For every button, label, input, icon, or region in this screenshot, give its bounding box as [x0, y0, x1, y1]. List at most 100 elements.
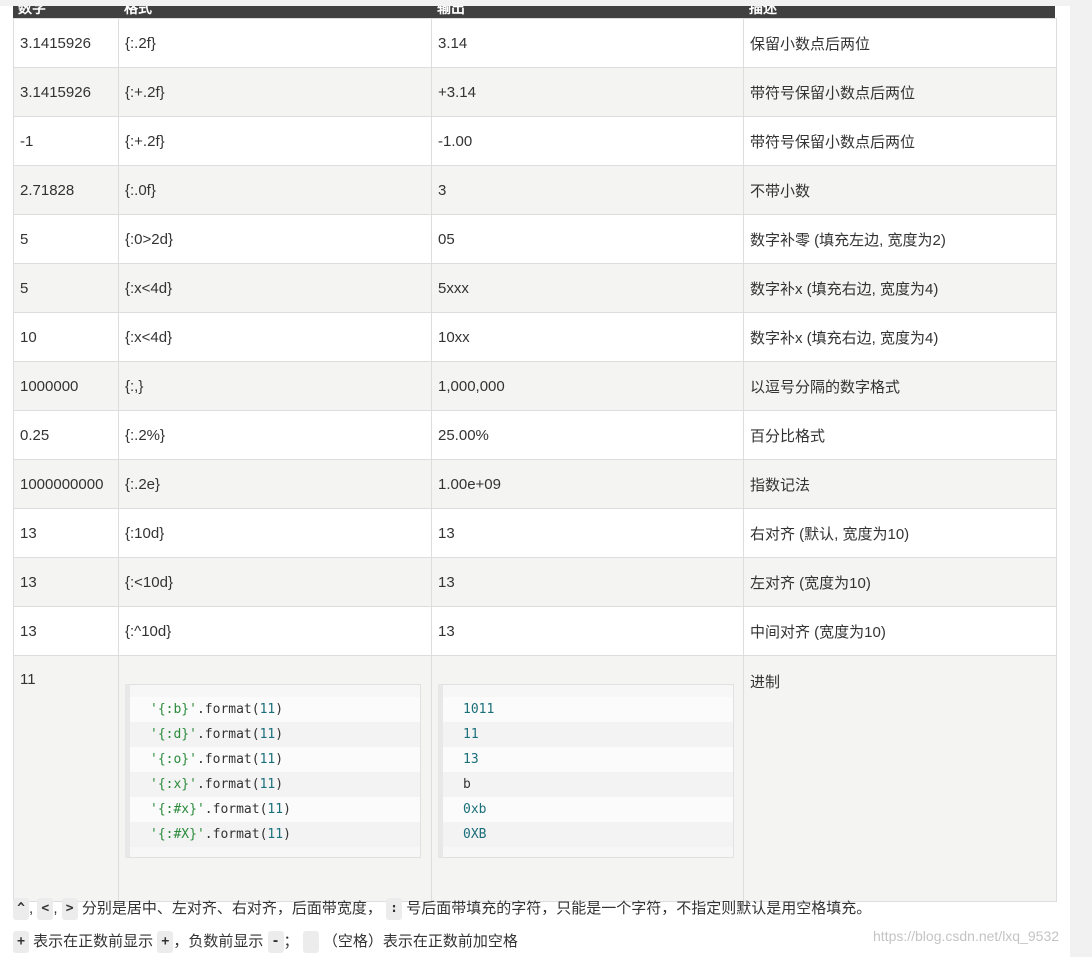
cell-format: {:x<4d}	[118, 263, 432, 313]
cell-output: 10xx	[431, 312, 744, 362]
note-text: ,	[29, 900, 38, 917]
cell-output: 1011 11 13 b 0xb 0XB	[431, 655, 744, 902]
table-row: 3.1415926 {:.2f} 3.14 保留小数点后两位	[13, 18, 1057, 68]
cell-description: 数字补x (填充右边, 宽度为4)	[743, 312, 1057, 362]
output-line: 0xb	[443, 797, 733, 822]
cell-format: {:x<4d}	[118, 312, 432, 362]
note-text: （空格）表示在正数前加空格	[318, 933, 518, 950]
cell-output: 1.00e+09	[431, 459, 744, 509]
cell-description: 以逗号分隔的数字格式	[743, 361, 1057, 411]
cell-number: 13	[13, 606, 119, 656]
note-text: ，负数前显示	[173, 933, 268, 950]
table-row: 0.25 {:.2%} 25.00% 百分比格式	[13, 410, 1057, 460]
code-line: '{:o}'.format(11)	[130, 747, 420, 772]
code-plus: +	[13, 931, 29, 954]
cell-description: 百分比格式	[743, 410, 1057, 460]
cell-description: 进制	[743, 655, 1057, 902]
table-row: 13 {:10d} 13 右对齐 (默认, 宽度为10)	[13, 508, 1057, 558]
code-greater-than: >	[61, 898, 78, 921]
code-colon: :	[386, 898, 403, 921]
table-row: 13 {:<10d} 13 左对齐 (宽度为10)	[13, 557, 1057, 607]
header-format: 格式	[124, 6, 152, 17]
notes: ^, <, > 分别是居中、左对齐、右对齐，后面带宽度， : 号后面带填充的字符…	[13, 895, 1053, 958]
code-line: '{:b}'.format(11)	[130, 697, 420, 722]
table-row: 1000000 {:,} 1,000,000 以逗号分隔的数字格式	[13, 361, 1057, 411]
note-text: 分别是居中、左对齐、右对齐，后面带宽度，	[77, 900, 387, 917]
note-text: 表示在正数前显示	[29, 933, 158, 950]
note-text: ；	[283, 933, 303, 950]
code-line: '{:d}'.format(11)	[130, 722, 420, 747]
cell-format: {:<10d}	[118, 557, 432, 607]
cell-output: 5xxx	[431, 263, 744, 313]
cell-output: 25.00%	[431, 410, 744, 460]
table-row: 3.1415926 {:+.2f} +3.14 带符号保留小数点后两位	[13, 67, 1057, 117]
format-table: 3.1415926 {:.2f} 3.14 保留小数点后两位 3.1415926 {:+.…	[13, 18, 1057, 902]
cell-number: 1000000000	[13, 459, 119, 509]
cell-format: {:10d}	[118, 508, 432, 558]
header-number: 数字	[18, 6, 46, 17]
code-block-format: '{:b}'.format(11) '{:d}'.format(11) '{:o…	[125, 684, 421, 858]
cell-format: {:.2e}	[118, 459, 432, 509]
output-line: 1011	[443, 697, 733, 722]
cell-output: 13	[431, 606, 744, 656]
cell-description: 数字补x (填充右边, 宽度为4)	[743, 263, 1057, 313]
cell-format: {:^10d}	[118, 606, 432, 656]
code-line: '{:x}'.format(11)	[130, 772, 420, 797]
watermark: https://blog.csdn.net/lxq_9532	[873, 928, 1060, 944]
cell-output: 13	[431, 557, 744, 607]
cell-number: 11	[13, 655, 119, 902]
code-line: '{:#X}'.format(11)	[130, 822, 420, 847]
table-row: 1000000000 {:.2e} 1.00e+09 指数记法	[13, 459, 1057, 509]
header-output: 输出	[437, 6, 465, 17]
code-space	[302, 931, 319, 954]
cell-description: 左对齐 (宽度为10)	[743, 557, 1057, 607]
table-row: 5 {:0>2d} 05 数字补零 (填充左边, 宽度为2)	[13, 214, 1057, 264]
cell-description: 保留小数点后两位	[743, 18, 1057, 68]
header-description: 描述	[749, 6, 777, 17]
cell-format: {:.2f}	[118, 18, 432, 68]
cell-description: 不带小数	[743, 165, 1057, 215]
cell-number: -1	[13, 116, 119, 166]
cell-number: 3.1415926	[13, 67, 119, 117]
code-line: '{:#x}'.format(11)	[130, 797, 420, 822]
cell-number: 13	[13, 557, 119, 607]
code-caret: ^	[13, 898, 29, 921]
note-text: ,	[53, 900, 62, 917]
table-row: 13 {:^10d} 13 中间对齐 (宽度为10)	[13, 606, 1057, 656]
code-plus: +	[157, 931, 174, 954]
cell-format: {:0>2d}	[118, 214, 432, 264]
cell-number: 0.25	[13, 410, 119, 460]
cell-description: 带符号保留小数点后两位	[743, 116, 1057, 166]
table-row: 10 {:x<4d} 10xx 数字补x (填充右边, 宽度为4)	[13, 312, 1057, 362]
cell-description: 带符号保留小数点后两位	[743, 67, 1057, 117]
cell-output: 3.14	[431, 18, 744, 68]
table-row: 2.71828 {:.0f} 3 不带小数	[13, 165, 1057, 215]
cell-format: {:,}	[118, 361, 432, 411]
scrollbar-track[interactable]	[1070, 0, 1092, 957]
cell-number: 1000000	[13, 361, 119, 411]
cell-output: 3	[431, 165, 744, 215]
note-alignment: ^, <, > 分别是居中、左对齐、右对齐，后面带宽度， : 号后面带填充的字符…	[13, 895, 1053, 925]
cell-number: 10	[13, 312, 119, 362]
cell-number: 13	[13, 508, 119, 558]
cell-number: 5	[13, 214, 119, 264]
table-row: 5 {:x<4d} 5xxx 数字补x (填充右边, 宽度为4)	[13, 263, 1057, 313]
code-minus: -	[267, 931, 284, 954]
cell-output: 1,000,000	[431, 361, 744, 411]
cell-output: 13	[431, 508, 744, 558]
output-line: 13	[443, 747, 733, 772]
cell-description: 右对齐 (默认, 宽度为10)	[743, 508, 1057, 558]
note-text: 号后面带填充的字符，只能是一个字符，不指定则默认是用空格填充。	[402, 900, 872, 917]
cell-output: -1.00	[431, 116, 744, 166]
table-header: 数字 格式 输出 描述	[13, 6, 1055, 18]
code-less-than: <	[37, 898, 54, 921]
cell-format: '{:b}'.format(11) '{:d}'.format(11) '{:o…	[118, 655, 432, 902]
cell-description: 中间对齐 (宽度为10)	[743, 606, 1057, 656]
table-row-base: 11 '{:b}'.format(11) '{:d}'.format(11) '…	[13, 655, 1057, 902]
cell-number: 5	[13, 263, 119, 313]
cell-format: {:+.2f}	[118, 116, 432, 166]
output-line: 0XB	[443, 822, 733, 847]
code-block-output: 1011 11 13 b 0xb 0XB	[438, 684, 734, 858]
cell-output: 05	[431, 214, 744, 264]
output-line: 11	[443, 722, 733, 747]
